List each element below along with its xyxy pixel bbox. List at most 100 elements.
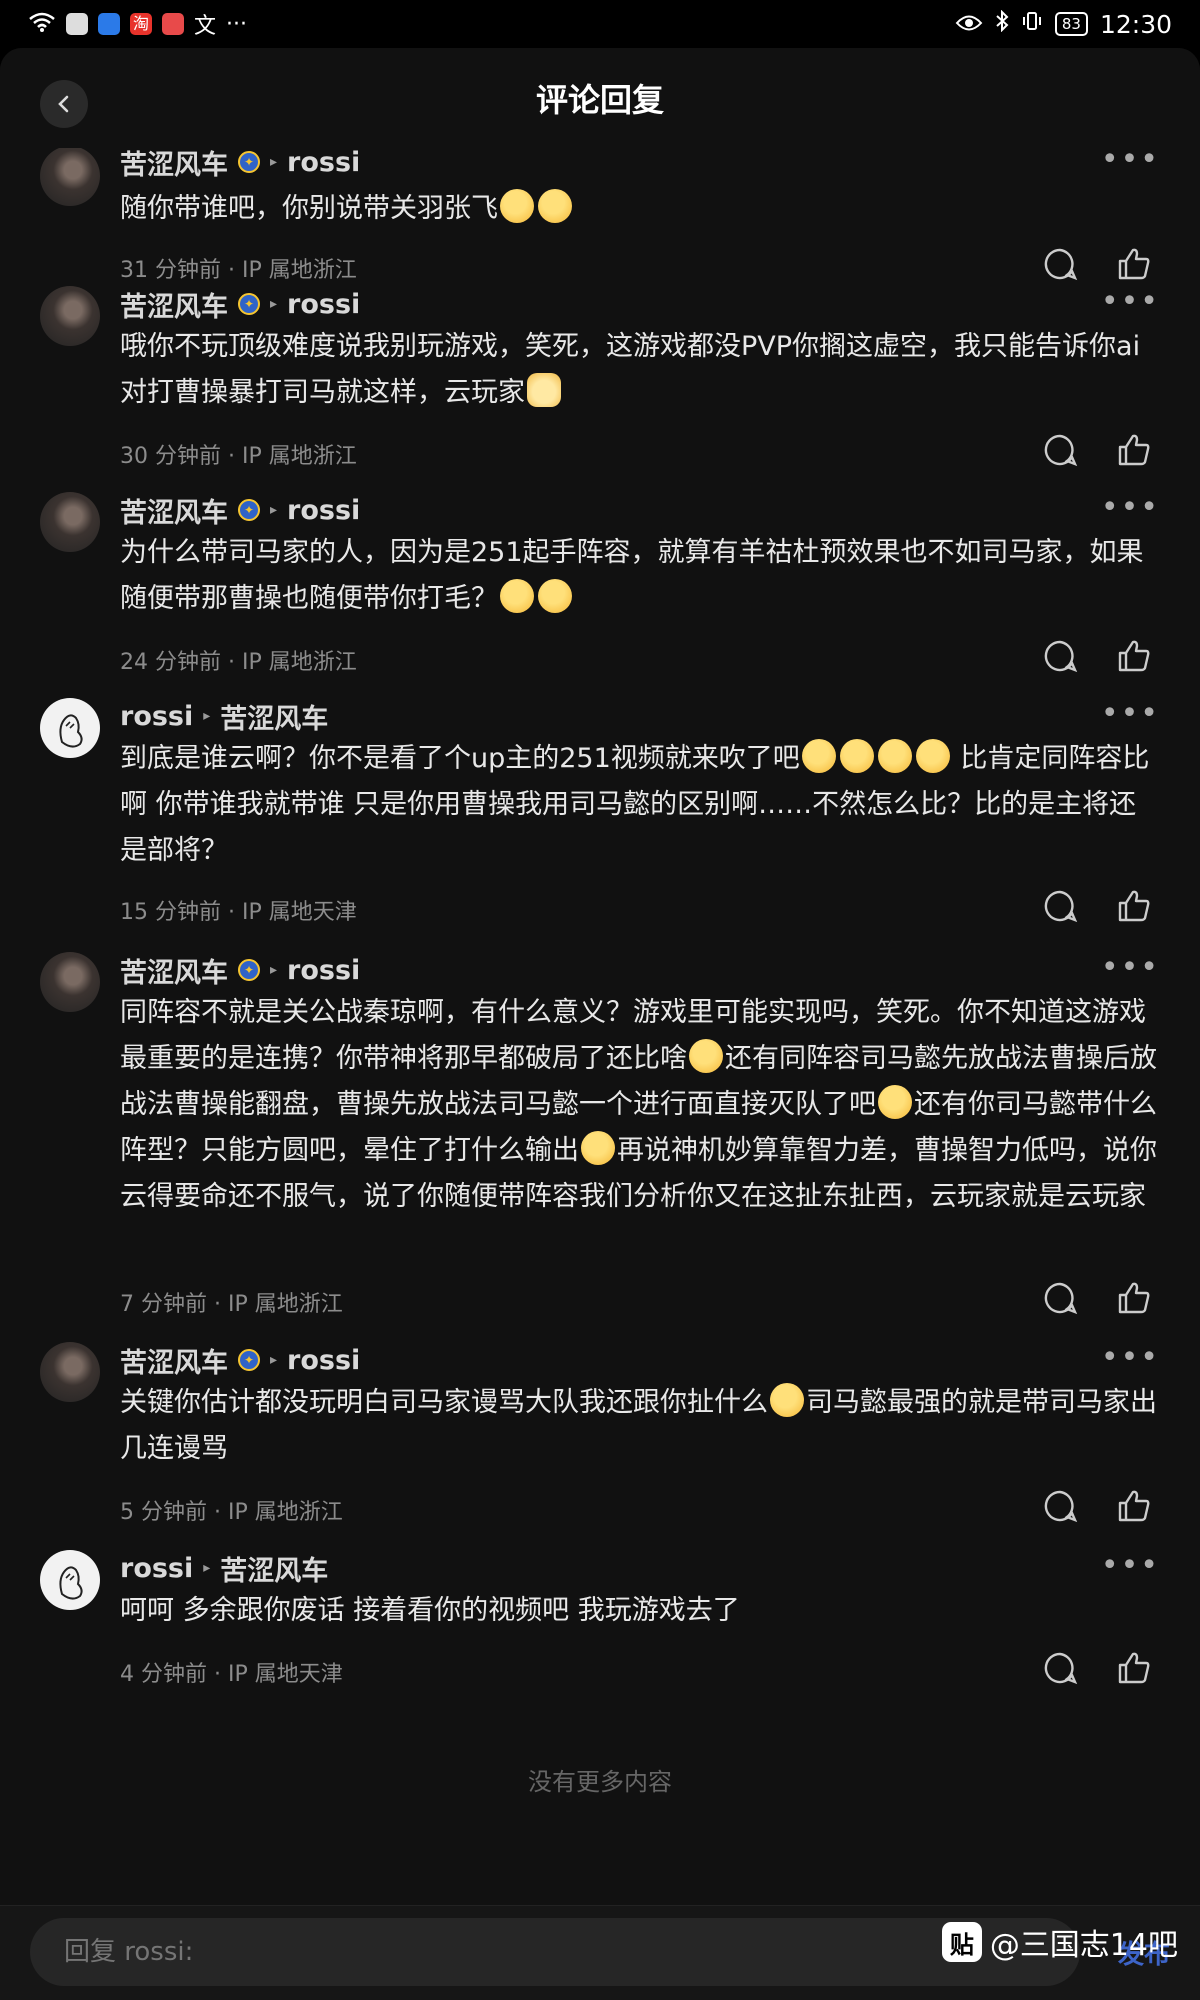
avatar[interactable] xyxy=(40,492,100,552)
like-icon[interactable] xyxy=(1116,1488,1152,1524)
reply-comment-icon[interactable] xyxy=(1042,1488,1078,1524)
wifi-icon xyxy=(28,11,56,37)
author-name[interactable]: 苦涩风车 xyxy=(120,491,228,530)
watermark-text: @三国志14吧 xyxy=(989,1928,1178,1963)
laugh-emoji-icon xyxy=(801,739,836,773)
reply-arrow-icon: ▸ xyxy=(203,1560,211,1576)
level-badge-icon: ✦ xyxy=(238,499,260,521)
reply-comment-icon[interactable] xyxy=(1042,246,1078,282)
comment-text[interactable]: 随你带谁吧，你别说带关羽张飞 xyxy=(120,186,1160,232)
app-icon xyxy=(162,13,184,35)
laugh-emoji-icon xyxy=(915,739,950,773)
text-icon: 文 xyxy=(194,14,217,39)
author-name[interactable]: 苦涩风车 xyxy=(120,285,228,324)
more-options-button[interactable]: ••• xyxy=(1101,145,1160,175)
like-icon[interactable] xyxy=(1116,246,1152,282)
back-button[interactable] xyxy=(40,80,88,128)
reply-comment-icon[interactable] xyxy=(1042,432,1078,468)
comment-meta: 15 分钟前 · IP 属地天津 xyxy=(120,900,357,925)
giggle-emoji-icon xyxy=(770,1383,804,1417)
comment-item: rossi ▸ 苦涩风车 ••• 到底是谁云啊？你不是看了个up主的251视频就… xyxy=(0,698,1200,948)
reply-arrow-icon: ▸ xyxy=(270,962,278,978)
more-options-button[interactable]: ••• xyxy=(1101,699,1160,729)
comment-meta: 31 分钟前 · IP 属地浙江 xyxy=(120,258,357,283)
header: 评论回复 xyxy=(0,48,1200,148)
author-name[interactable]: 苦涩风车 xyxy=(120,143,228,182)
app-icon xyxy=(66,13,88,35)
reply-to-name[interactable]: 苦涩风车 xyxy=(220,1549,328,1588)
level-badge-icon: ✦ xyxy=(238,151,260,173)
reply-to-name[interactable]: rossi xyxy=(287,289,360,320)
chevron-left-icon xyxy=(58,95,69,113)
comment-meta: 24 分钟前 · IP 属地浙江 xyxy=(120,650,357,675)
reply-to-name[interactable]: rossi xyxy=(287,955,360,986)
more-options-button[interactable]: ••• xyxy=(1101,1551,1160,1581)
avatar[interactable] xyxy=(40,698,100,758)
reply-arrow-icon: ▸ xyxy=(270,154,278,170)
status-bar: 淘 文 ··· 83 12:30 xyxy=(0,0,1200,48)
author-name[interactable]: rossi xyxy=(120,1553,193,1584)
reply-to-name[interactable]: 苦涩风车 xyxy=(220,697,328,736)
more-options-button[interactable]: ••• xyxy=(1101,1343,1160,1373)
no-more-content: 没有更多内容 xyxy=(528,1768,672,1796)
comment-text[interactable]: 同阵容不就是关公战秦琼啊，有什么意义？游戏里可能实现吗，笑死。你不知道这游戏最重… xyxy=(120,990,1160,1220)
like-icon[interactable] xyxy=(1116,432,1152,468)
reply-comment-icon[interactable] xyxy=(1042,1650,1078,1686)
comment-text[interactable]: 呵呵 多余跟你废话 接着看你的视频吧 我玩游戏去了 xyxy=(120,1588,1160,1634)
like-icon[interactable] xyxy=(1116,638,1152,674)
more-options-button[interactable]: ••• xyxy=(1101,953,1160,983)
giggle-emoji-icon xyxy=(581,1131,615,1165)
more-options-button[interactable]: ••• xyxy=(1101,493,1160,523)
taobao-icon: 淘 xyxy=(130,13,152,35)
like-icon[interactable] xyxy=(1116,1280,1152,1316)
author-name[interactable]: 苦涩风车 xyxy=(120,951,228,990)
comment-item: 苦涩风车 ✦ ▸ rossi ••• 同阵容不就是关公战秦琼啊，有什么意义？游戏… xyxy=(0,952,1200,1332)
comment-text[interactable]: 到底是谁云啊？你不是看了个up主的251视频就来吹了吧 比肯定同阵容比啊 你带谁… xyxy=(120,736,1160,874)
avatar[interactable] xyxy=(40,1342,100,1402)
reply-to-name[interactable]: rossi xyxy=(287,1345,360,1376)
like-icon[interactable] xyxy=(1116,1650,1152,1686)
comment-text[interactable]: 为什么带司马家的人，因为是251起手阵容，就算有羊祜杜预效果也不如司马家，如果随… xyxy=(120,530,1160,622)
giggle-emoji-icon xyxy=(689,1039,723,1073)
comment-item: 苦涩风车 ✦ ▸ rossi ••• 哦你不玩顶级难度说我别玩游戏，笑死，这游戏… xyxy=(0,286,1200,486)
level-badge-icon: ✦ xyxy=(238,293,260,315)
comment-meta: 30 分钟前 · IP 属地浙江 xyxy=(120,444,357,469)
giggle-emoji-icon xyxy=(538,579,572,613)
laugh-emoji-icon xyxy=(877,739,912,773)
comment-item: 苦涩风车 ✦ ▸ rossi ••• 为什么带司马家的人，因为是251起手阵容，… xyxy=(0,492,1200,692)
vibrate-icon xyxy=(1021,10,1043,38)
reply-comment-icon[interactable] xyxy=(1042,1280,1078,1316)
reply-to-name[interactable]: rossi xyxy=(287,495,360,526)
reply-arrow-icon: ▸ xyxy=(270,296,278,312)
reply-comment-icon[interactable] xyxy=(1042,638,1078,674)
more-notifications-icon: ··· xyxy=(226,11,247,37)
reply-arrow-icon: ▸ xyxy=(203,708,211,724)
sweat-emoji-icon xyxy=(500,579,534,613)
cat-emoji-icon xyxy=(527,373,561,407)
page-title: 评论回复 xyxy=(535,81,664,119)
giggle-emoji-icon xyxy=(878,1085,912,1119)
avatar[interactable] xyxy=(40,146,100,206)
bluetooth-icon xyxy=(995,9,1009,38)
avatar[interactable] xyxy=(40,952,100,1012)
laugh-emoji-icon xyxy=(839,739,874,773)
author-name[interactable]: rossi xyxy=(120,701,193,732)
watermark: 贴 @三国志14吧 xyxy=(941,1920,1178,1964)
like-icon[interactable] xyxy=(1116,888,1152,924)
avatar[interactable] xyxy=(40,286,100,346)
reply-arrow-icon: ▸ xyxy=(270,502,278,518)
reply-input[interactable] xyxy=(30,1918,1080,1986)
avatar[interactable] xyxy=(40,1550,100,1610)
comment-meta: 7 分钟前 · IP 属地浙江 xyxy=(120,1292,343,1317)
battery-indicator: 83 xyxy=(1054,12,1088,36)
more-options-button[interactable]: ••• xyxy=(1101,287,1160,317)
level-badge-icon: ✦ xyxy=(238,1349,260,1371)
reply-comment-icon[interactable] xyxy=(1042,888,1078,924)
eye-icon xyxy=(955,10,983,38)
comment-item: rossi ▸ 苦涩风车 ••• 呵呵 多余跟你废话 接着看你的视频吧 我玩游戏… xyxy=(0,1550,1200,1710)
comment-item: 苦涩风车 ✦ ▸ rossi ••• 关键你估计都没玩明白司马家谩骂大队我还跟你… xyxy=(0,1342,1200,1542)
reply-to-name[interactable]: rossi xyxy=(287,147,360,178)
author-name[interactable]: 苦涩风车 xyxy=(120,1341,228,1380)
comment-text[interactable]: 哦你不玩顶级难度说我别玩游戏，笑死，这游戏都没PVP你搁这虚空，我只能告诉你ai… xyxy=(120,324,1160,416)
comment-text[interactable]: 关键你估计都没玩明白司马家谩骂大队我还跟你扯什么 司马懿最强的就是带司马家出几连谩… xyxy=(120,1380,1160,1472)
